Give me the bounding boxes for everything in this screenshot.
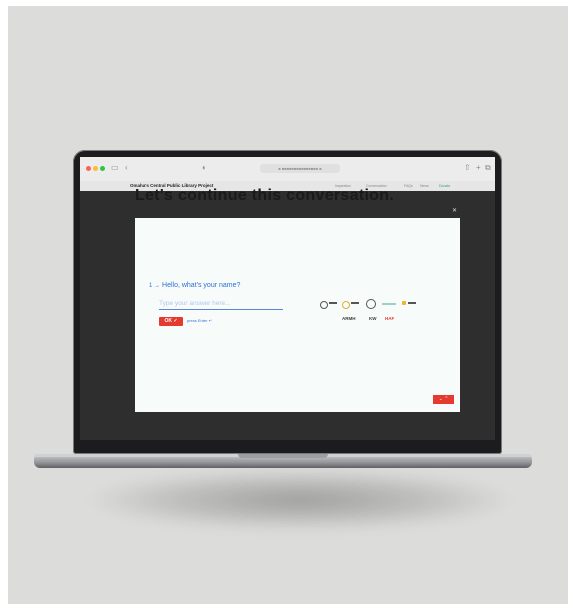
address-bar[interactable]: ■ ■■■■■■■■■■■■■■■ ■ xyxy=(260,164,340,173)
laptop-screen: ▭ ‹ ◐ ■ ■■■■■■■■■■■■■■■ ■ ⇧ + ⧉ Omaha's … xyxy=(80,157,495,440)
partner-logo-haf: HAF xyxy=(385,316,395,321)
question-text: Hello, what's your name? xyxy=(162,282,241,289)
zoom-window-button[interactable] xyxy=(100,166,105,171)
partner-logo-2 xyxy=(342,301,350,309)
new-tab-icon[interactable]: + xyxy=(476,162,481,174)
question-number: 1 → xyxy=(149,283,161,289)
question-nav-buttons[interactable]: ⌄ ⌃ xyxy=(433,395,454,404)
page-headline: Let's continue this conversation. xyxy=(135,187,395,204)
close-window-button[interactable] xyxy=(86,166,91,171)
partner-logo-2-mark xyxy=(351,302,359,304)
partner-logo-5-mark xyxy=(408,302,416,304)
close-icon[interactable]: ✕ xyxy=(452,207,457,214)
share-icon[interactable]: ⇧ xyxy=(464,162,471,174)
partner-logo-1-mark xyxy=(329,302,337,304)
partner-logo-armh: ARMH xyxy=(342,316,356,321)
partner-logo-4 xyxy=(382,303,396,305)
typeform-modal: 1 →Hello, what's your name? OK ✓ press E… xyxy=(135,218,460,412)
laptop-shadow xyxy=(90,470,510,530)
laptop-opening-notch xyxy=(238,454,328,458)
shield-icon[interactable]: ◐ xyxy=(202,162,207,174)
press-enter-hint: press Enter ↵ xyxy=(187,318,212,323)
nav-donate[interactable]: Donate xyxy=(439,184,450,188)
sidebar-icon[interactable]: ▭ xyxy=(111,162,119,174)
tabs-icon[interactable]: ⧉ xyxy=(485,162,491,174)
partner-logo-kw: KW xyxy=(369,316,377,321)
name-answer-input[interactable] xyxy=(159,298,283,310)
laptop-base xyxy=(34,457,532,468)
back-icon[interactable]: ‹ xyxy=(125,162,128,174)
partner-logo-1 xyxy=(320,301,328,309)
partner-logos: ARMH KW HAF xyxy=(320,294,430,334)
partner-logo-5 xyxy=(402,301,406,305)
partner-logo-3 xyxy=(366,299,376,309)
minimize-window-button[interactable] xyxy=(93,166,98,171)
question-1: 1 → Hello, what's your name? xyxy=(149,282,240,289)
ok-button[interactable]: OK ✓ xyxy=(159,317,183,326)
browser-toolbar: ▭ ‹ ◐ ■ ■■■■■■■■■■■■■■■ ■ ⇧ + ⧉ xyxy=(80,157,495,182)
